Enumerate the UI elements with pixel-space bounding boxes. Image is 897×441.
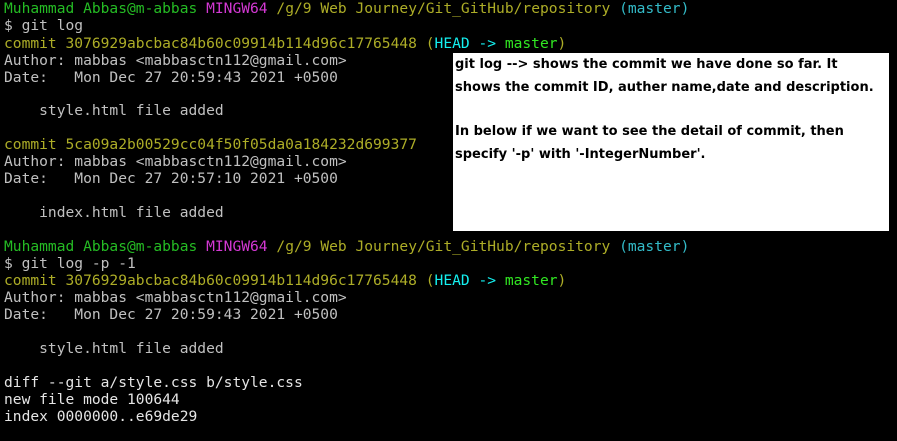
diff-file-mode: new file mode 100644 [4,391,180,408]
commit-hash: commit 5ca09a2b00529cc04f50f05da0a184232… [4,136,417,153]
head-ref: HEAD -> [434,272,505,289]
author-line: Author: mabbas <mabbasctn112@gmail.com> [4,153,347,170]
terminal-window[interactable]: Muhammad Abbas@m-abbas MINGW64 /g/9 Web … [0,0,897,441]
branch-ref: master [504,35,558,52]
prompt-path: /g/9 Web Journey/Git_GitHub/repository [276,0,611,17]
commit-line: commit 3076929abcbac84b60c09914b114d96c1… [4,272,567,289]
diff-header: diff --git a/style.css b/style.css [4,374,303,391]
date-line: Date: Mon Dec 27 20:59:43 2021 +0500 [4,306,338,323]
prompt-line: Muhammad Abbas@m-abbas MINGW64 /g/9 Web … [4,0,689,17]
prompt-env: MINGW64 [206,238,268,255]
prompt-env: MINGW64 [206,0,268,17]
date-line: Date: Mon Dec 27 20:59:43 2021 +0500 [4,69,338,86]
head-ref: HEAD -> [434,35,505,52]
command-line: $ git log -p -1 [4,255,136,272]
prompt-branch: (master) [619,238,690,255]
command-line: $ git log [4,17,84,34]
commit-hash: commit 3076929abcbac84b60c09914b114d96c1… [4,35,417,52]
commit-message: style.html file added [4,102,224,119]
note-line: In below if we want to see the detail of… [455,124,844,139]
note-line: git log --> shows the commit we have don… [455,57,838,72]
commit-message: style.html file added [4,340,224,357]
commit-hash: commit 3076929abcbac84b60c09914b114d96c1… [4,272,417,289]
note-line: specify '-p' with '-IntegerNumber'. [455,146,706,162]
branch-ref: master [504,272,558,289]
note-gap [455,99,889,121]
author-line: Author: mabbas <mabbasctn112@gmail.com> [4,289,347,306]
diff-index: index 0000000..e69de29 [4,408,198,425]
date-line: Date: Mon Dec 27 20:57:10 2021 +0500 [4,170,338,187]
prompt-user-host: Muhammad Abbas@m-abbas [4,0,198,17]
prompt-branch: (master) [619,0,690,17]
annotation-note: git log --> shows the commit we have don… [453,53,889,231]
prompt-user-host: Muhammad Abbas@m-abbas [4,238,198,255]
prompt-line: Muhammad Abbas@m-abbas MINGW64 /g/9 Web … [4,238,689,255]
note-line: shows the commit ID, auther name,date an… [455,79,874,95]
prompt-path: /g/9 Web Journey/Git_GitHub/repository [276,238,611,255]
commit-message: index.html file added [4,204,224,221]
commit-line: commit 3076929abcbac84b60c09914b114d96c1… [4,35,567,52]
author-line: Author: mabbas <mabbasctn112@gmail.com> [4,52,347,69]
